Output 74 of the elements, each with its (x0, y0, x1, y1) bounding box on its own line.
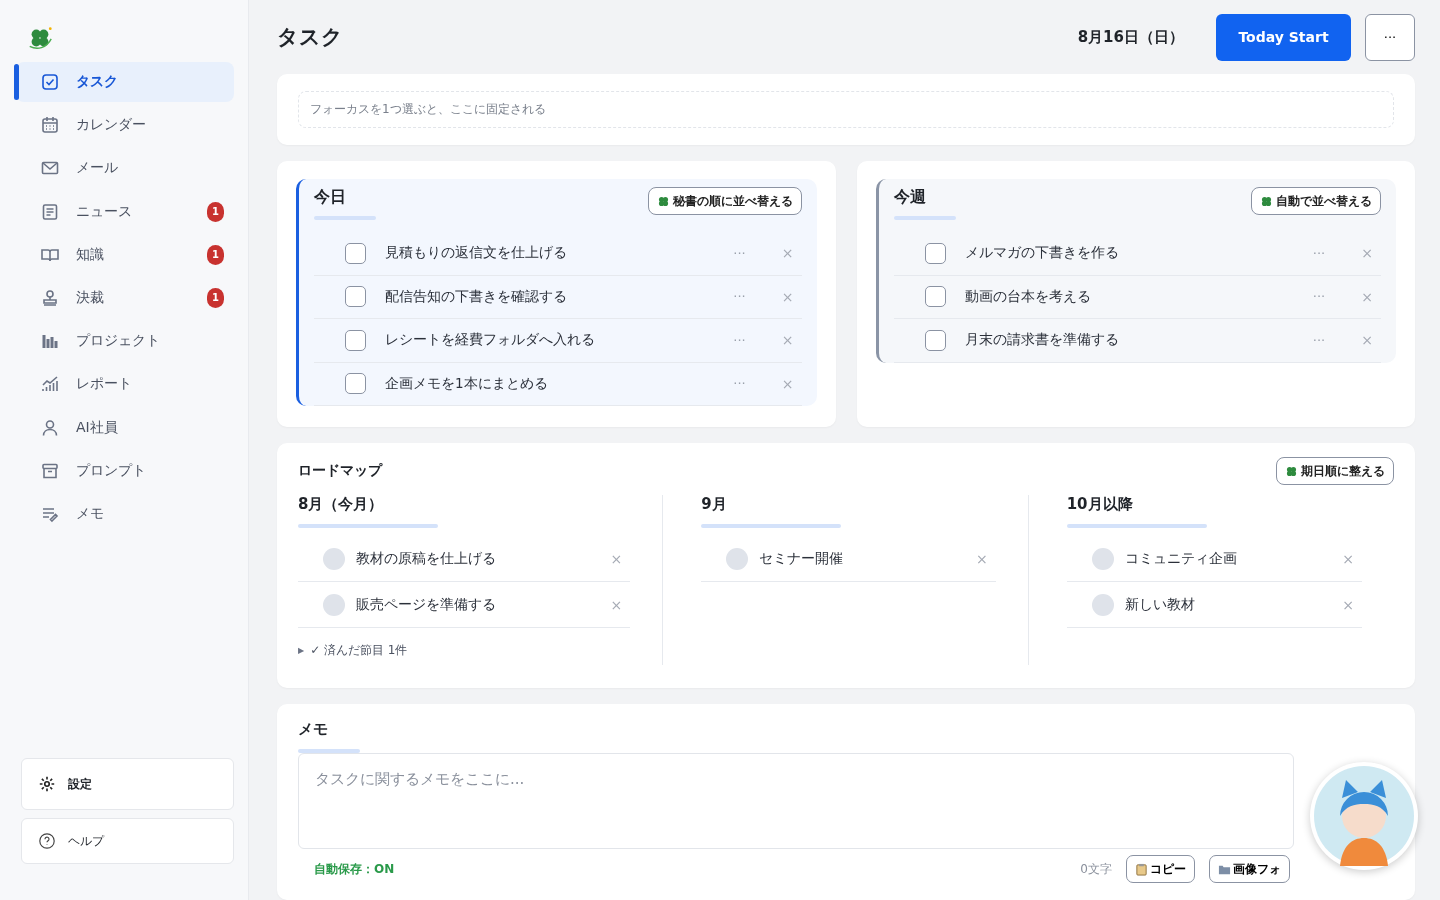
sidebar-item[interactable]: プロンプト (16, 450, 234, 491)
task-checkbox[interactable] (345, 286, 366, 308)
sidebar-item[interactable]: ニュース 1 (16, 191, 234, 232)
checkbox-icon (40, 72, 60, 92)
task-checkbox[interactable] (924, 286, 946, 308)
task-checkbox[interactable] (924, 242, 946, 264)
sidebar-item[interactable]: カレンダー (16, 105, 234, 146)
sidebar-item[interactable]: 知識 1 (16, 234, 234, 275)
task-text: 月末の請求書を準備する (964, 331, 1120, 350)
person-icon (40, 417, 60, 438)
focus-placeholder: フォーカスを1つ選ぶと、ここに固定される (310, 101, 546, 118)
copy-button[interactable]: コピー (1126, 855, 1195, 883)
task-text: 配信告知の下書きを確認する (385, 287, 568, 306)
sidebar-item[interactable]: 決裁 1 (16, 277, 234, 318)
milestone-text: セミナー開催 (759, 549, 845, 568)
count-badge: 1 (207, 244, 224, 265)
settings-button[interactable]: 設定 (21, 758, 234, 810)
sidebar-item[interactable]: プロジェクト (16, 321, 234, 362)
memo-field[interactable]: タスクに関するメモをここに... (298, 753, 1294, 849)
roadmap-title: ロードマップ (298, 462, 382, 480)
task-text: レシートを経費フォルダへ入れる (385, 331, 596, 350)
image-button[interactable]: 画像フォ (1209, 855, 1290, 883)
today-start-button[interactable]: Today Start (1216, 13, 1351, 61)
clover-icon (1260, 194, 1273, 208)
count-badge: 1 (207, 287, 224, 308)
sidebar-item[interactable]: レポート (16, 364, 234, 405)
help-button[interactable]: ヘルプ (21, 818, 234, 864)
month-title: 9月 (701, 495, 728, 514)
month-title: 8月（今月） (298, 495, 385, 514)
task-menu-button[interactable]: ··· (1312, 332, 1326, 348)
sidebar-item[interactable]: タスク (16, 62, 234, 102)
page-title: タスク (277, 24, 344, 51)
count-badge: 1 (207, 201, 224, 222)
task-checkbox[interactable] (345, 329, 366, 351)
milestone-text: コミュニティ企画 (1124, 549, 1238, 568)
task-checkbox[interactable] (924, 329, 946, 351)
milestone-text: 新しい教材 (1124, 595, 1196, 614)
clover-icon (656, 194, 670, 208)
task-menu-button[interactable]: ··· (1312, 289, 1326, 305)
char-count: 0文字 (1080, 860, 1112, 878)
completed-toggle[interactable]: ▶ ✓ 済んだ節目 1件 (298, 642, 631, 659)
title-underline (298, 749, 360, 753)
sidebar-item[interactable]: AI社員 (16, 407, 234, 448)
task-text: 動画の台本を考える (964, 287, 1092, 306)
more-button[interactable]: ··· (1365, 13, 1415, 61)
sort-button[interactable]: 秘書の順に並べ替える (647, 187, 802, 215)
focus-slot[interactable]: フォーカスを1つ選ぶと、ここに固定される (298, 91, 1394, 128)
task-checkbox[interactable] (345, 242, 366, 264)
task-text: 見積もりの返信文を仕上げる (385, 244, 568, 263)
settings-icon (38, 775, 56, 793)
list-title: 今週 (893, 187, 927, 208)
task-text: メルマガの下書きを作る (964, 244, 1120, 263)
month-title: 10月以降 (1066, 495, 1134, 514)
active-indicator (14, 64, 19, 100)
sidebar-item[interactable]: メモ (16, 493, 234, 534)
sort-button[interactable]: 期日順に整える (1276, 457, 1394, 485)
stamp-icon (40, 287, 60, 308)
memo-title: メモ (298, 720, 329, 739)
autosave-status: 自動保存：ON (314, 860, 396, 878)
task-menu-button[interactable]: ··· (1312, 245, 1326, 261)
date-label: 8月16日（日） (1077, 27, 1184, 47)
milestone-text: 教材の原稿を仕上げる (356, 549, 497, 568)
sort-button[interactable]: 自動で並べ替える (1251, 187, 1381, 215)
title-underline (893, 216, 956, 220)
task-checkbox[interactable] (345, 373, 366, 395)
milestone-text: 販売ページを準備する (356, 595, 497, 614)
task-text: 企画メモを1本にまとめる (385, 374, 549, 393)
document-icon (40, 201, 60, 222)
help-icon (38, 832, 56, 850)
clipboard-icon (1135, 862, 1148, 876)
list-title: 今日 (314, 187, 347, 208)
clover-icon (1285, 464, 1298, 478)
calendar-icon (40, 115, 60, 136)
sidebar-item[interactable]: メール (16, 148, 234, 189)
